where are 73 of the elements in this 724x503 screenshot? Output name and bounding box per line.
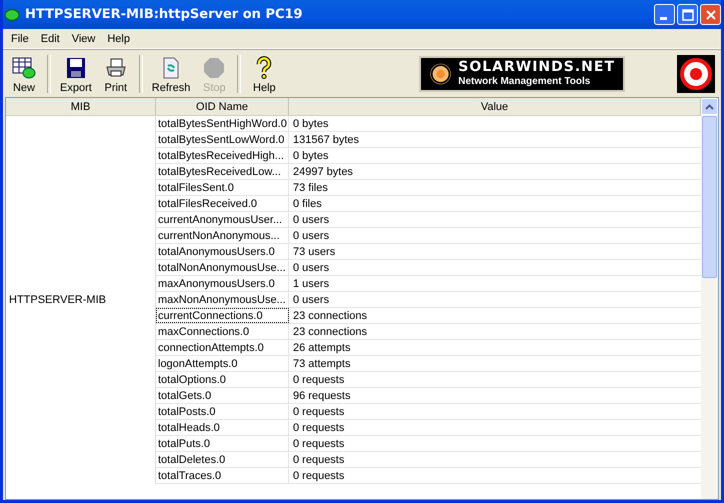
toolbar-button[interactable]: New: [5, 52, 43, 96]
value-cell-text: 23 connections: [292, 324, 368, 339]
maximize-button[interactable]: [677, 4, 698, 25]
oid-name-cell[interactable]: totalHeads.0: [156, 420, 289, 435]
value-cell-text: 23 connections: [292, 308, 368, 323]
oid-name-cell[interactable]: totalFilesSent.0: [156, 180, 289, 195]
value-cell-text: 0 requests: [292, 452, 346, 467]
toolbar-button[interactable]: Refresh: [146, 52, 196, 96]
mib-name: HTTPSERVER-MIB: [9, 294, 106, 306]
value-cell-text: 73 files: [292, 180, 329, 195]
oid-name-cell[interactable]: totalBytesSentHighWord.0: [156, 116, 289, 131]
oid-name-cell[interactable]: totalPosts.0: [156, 404, 289, 419]
value-cell-text: 0 requests: [292, 404, 346, 419]
value-cell-text: 73 attempts: [292, 356, 352, 371]
value-cell-text: 0 requests: [292, 468, 346, 483]
value-cell-text: 0 requests: [292, 436, 346, 451]
oid-name-cell[interactable]: currentNonAnonymous...: [156, 228, 289, 243]
stop-icon: [202, 56, 226, 80]
value-cell-text: 0 bytes: [292, 148, 330, 163]
printer-icon: [104, 56, 128, 80]
value-cell-text: 0 files: [292, 196, 323, 211]
value-cell-text: 0 users: [292, 260, 330, 275]
oid-name-cell[interactable]: totalAnonymousUsers.0: [156, 244, 289, 259]
minimize-icon: [660, 16, 666, 20]
oid-name-cell[interactable]: maxAnonymousUsers.0: [156, 276, 289, 291]
menu-item[interactable]: Edit: [34, 32, 66, 44]
menu-item[interactable]: View: [66, 32, 102, 44]
maximize-icon: [682, 8, 694, 20]
oid-name-cell[interactable]: totalDeletes.0: [156, 452, 289, 467]
value-cell-text: 96 requests: [292, 388, 352, 403]
app-icon: [4, 8, 20, 22]
menu-item[interactable]: File: [5, 32, 35, 44]
brand-name: SOLARWINDS.NET: [458, 60, 615, 76]
value-cell-text: 26 attempts: [292, 340, 352, 355]
value-cell-text: 0 users: [292, 212, 330, 227]
oid-name-cell[interactable]: totalBytesReceivedLow...: [156, 164, 289, 179]
value-cell-text: 0 requests: [292, 420, 346, 435]
close-button[interactable]: [700, 4, 721, 25]
vertical-scrollbar[interactable]: [701, 98, 718, 499]
value-cell-text: 0 users: [292, 292, 330, 307]
oid-name-cell[interactable]: maxConnections.0: [156, 324, 289, 339]
oid-name-cell[interactable]: totalBytesReceivedHigh...: [156, 148, 289, 163]
oid-name-cell[interactable]: totalBytesSentLowWord.0: [156, 132, 289, 147]
oid-name-cell[interactable]: currentAnonymousUser...: [156, 212, 289, 227]
value-cell-text: 24997 bytes: [292, 164, 354, 179]
caret-up-icon: [705, 104, 714, 110]
toolbar-button[interactable]: Help: [245, 52, 284, 96]
value-cell-text: 73 users: [292, 244, 336, 259]
column-header[interactable]: MIB: [6, 98, 156, 115]
value-cell-text: 0 users: [292, 228, 330, 243]
column-header[interactable]: OID Name: [156, 98, 289, 115]
grid-icon: [11, 56, 37, 80]
toolbar-button[interactable]: Print: [96, 52, 135, 96]
toolbar-button[interactable]: Export: [55, 52, 97, 96]
oid-name-cell[interactable]: totalFilesReceived.0: [156, 196, 289, 211]
minimize-button[interactable]: [654, 4, 675, 25]
oid-name-cell[interactable]: totalGets.0: [156, 388, 289, 403]
menu-item[interactable]: Help: [101, 32, 136, 44]
value-cell-text: 0 requests: [292, 372, 346, 387]
value-cell-text: 1 users: [292, 276, 330, 291]
oid-name-cell[interactable]: currentConnections.0: [156, 308, 289, 323]
oid-name-cell[interactable]: maxNonAnonymousUse...: [156, 292, 289, 307]
oid-name-cell[interactable]: totalTraces.0: [156, 468, 289, 483]
brand-tagline: Network Management Tools: [458, 76, 592, 87]
oid-name-cell[interactable]: connectionAttempts.0: [156, 340, 289, 355]
oid-name-cell[interactable]: totalOptions.0: [156, 372, 289, 387]
close-icon: [704, 8, 716, 20]
value-cell-text: 131567 bytes: [292, 132, 360, 147]
oid-name-cell[interactable]: totalNonAnonymousUse...: [156, 260, 289, 275]
value-cell-text: 0 bytes: [292, 116, 330, 131]
oid-name-cell[interactable]: logonAttempts.0: [156, 356, 289, 371]
oid-name-cell[interactable]: totalPuts.0: [156, 436, 289, 451]
window-title: HTTPSERVER-MIB:httpServer on PC19: [25, 7, 303, 22]
